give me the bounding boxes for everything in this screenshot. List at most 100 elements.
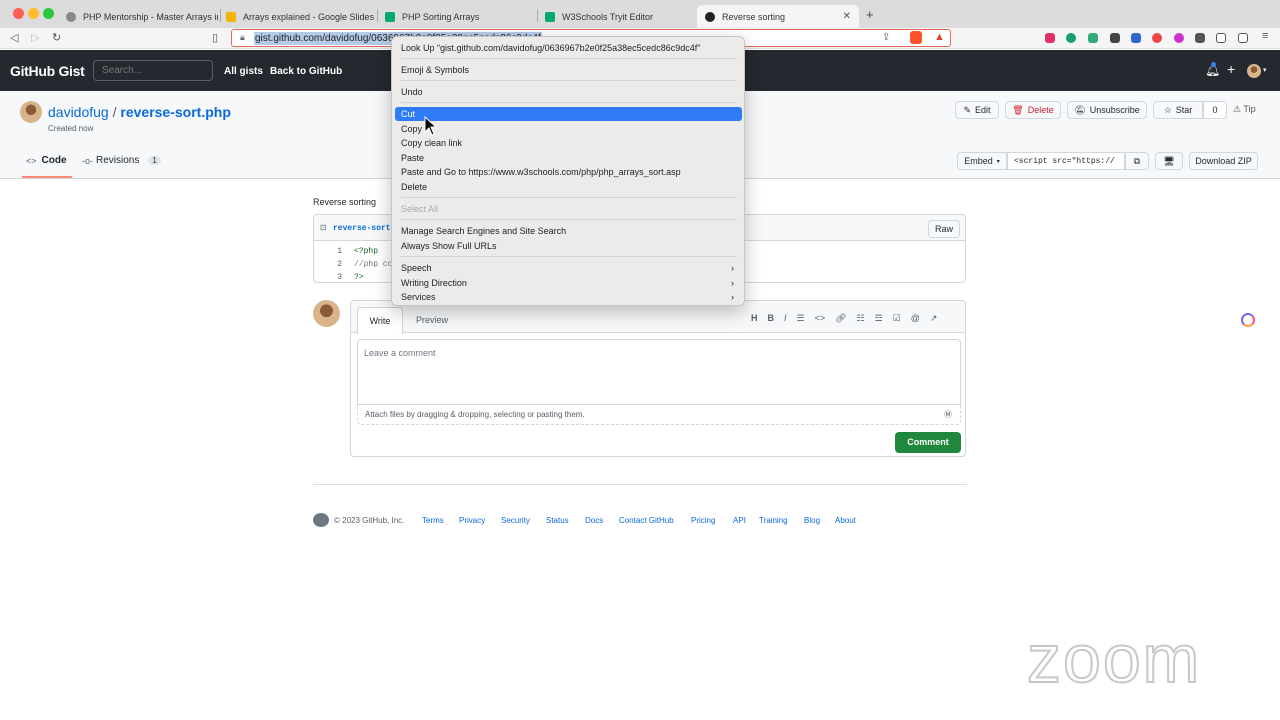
footer-link-security[interactable]: Security — [501, 516, 530, 525]
create-new-icon[interactable]: + — [1227, 61, 1235, 77]
close-tab-icon[interactable]: ✕ — [843, 11, 851, 22]
forward-icon[interactable]: ▷ — [31, 31, 39, 44]
menu-item-paste-and-go[interactable]: Paste and Go to https://www.w3schools.co… — [395, 165, 742, 179]
brave-rewards-icon[interactable]: ▲ — [934, 31, 945, 43]
footer-link-about[interactable]: About — [835, 516, 856, 525]
lock-icon: 🔒︎ — [240, 32, 245, 42]
browser-tab[interactable]: W3Schools Tryit Editor — [537, 5, 697, 28]
comment-textarea[interactable]: Leave a comment — [357, 339, 961, 405]
chevron-down-icon[interactable]: ▾ — [1263, 66, 1267, 74]
download-zip-button[interactable]: Download ZIP — [1189, 152, 1258, 170]
footer-link-status[interactable]: Status — [546, 516, 569, 525]
edit-button[interactable]: ✎ Edit — [955, 101, 999, 119]
wallet-icon[interactable] — [1238, 33, 1248, 43]
grammarly-icon[interactable] — [1066, 33, 1076, 43]
search-input[interactable] — [93, 60, 213, 81]
footer-link-api[interactable]: API — [733, 516, 746, 525]
menu-item-copy-clean-link[interactable]: Copy clean link — [395, 136, 742, 150]
sidebar-icon[interactable] — [1216, 33, 1226, 43]
bulleted-list-icon[interactable]: ☷ — [857, 313, 865, 324]
reload-icon[interactable]: ↻ — [52, 31, 61, 44]
menu-item-show-full-urls[interactable]: Always Show Full URLs — [395, 239, 742, 253]
markdown-icon: Ⓜ — [944, 410, 952, 419]
browser-tab[interactable]: Arrays explained - Google Slides — [218, 5, 378, 28]
maximize-window-button[interactable] — [43, 8, 54, 19]
extension-icon[interactable] — [1045, 33, 1055, 43]
bookmark-icon[interactable]: ▯ — [212, 31, 218, 44]
bold-icon[interactable]: B — [768, 313, 775, 324]
menu-item-copy[interactable]: Copy — [395, 122, 742, 136]
all-gists-link[interactable]: All gists — [224, 66, 263, 77]
menu-item-cut[interactable]: Cut — [395, 107, 742, 121]
menu-item-delete[interactable]: Delete — [395, 180, 742, 194]
new-tab-button[interactable]: + — [866, 7, 874, 22]
tab-write[interactable]: Write — [357, 307, 403, 334]
mention-icon[interactable]: @ — [911, 313, 920, 324]
embed-url-input[interactable]: <script src="https:// — [1007, 152, 1125, 170]
reference-icon[interactable]: ↗ — [930, 313, 938, 324]
owner-link[interactable]: davidofug — [48, 104, 109, 120]
browser-menu-icon[interactable]: ≡ — [1262, 30, 1268, 42]
italic-icon[interactable]: I — [784, 313, 787, 324]
attach-files-area[interactable]: Attach files by dragging & dropping, sel… — [357, 405, 961, 425]
footer-link-training[interactable]: Training — [759, 516, 788, 525]
menu-item-look-up[interactable]: Look Up “gist.github.com/davidofug/06369… — [395, 41, 742, 55]
menu-item-manage-search-engines[interactable]: Manage Search Engines and Site Search — [395, 224, 742, 238]
extensions-puzzle-icon[interactable] — [1195, 33, 1205, 43]
tab-revisions[interactable]: -o- Revisions 1 — [82, 155, 161, 166]
extension-icon[interactable] — [1110, 33, 1120, 43]
browser-tab[interactable]: PHP Sorting Arrays — [377, 5, 537, 28]
unsubscribe-button[interactable]: 🔕︎ Unsubscribe — [1067, 101, 1147, 119]
numbered-list-icon[interactable]: ☲ — [875, 313, 883, 324]
github-mark-icon[interactable] — [313, 513, 329, 527]
extension-icon[interactable] — [1174, 33, 1184, 43]
menu-item-writing-direction[interactable]: Writing Direction › — [395, 276, 742, 290]
close-window-button[interactable] — [13, 8, 24, 19]
menu-item-speech[interactable]: Speech › — [395, 261, 742, 275]
github-gist-logo[interactable]: GitHub Gist — [10, 63, 85, 79]
menu-item-writing-label: Writing Direction — [401, 278, 467, 288]
tip-link[interactable]: ⚠ Tip — [1233, 104, 1256, 115]
code-lines: <?php //php co ?> — [354, 245, 392, 284]
minimize-window-button[interactable] — [28, 8, 39, 19]
gist-description: Reverse sorting — [313, 197, 377, 207]
brave-shield-icon[interactable] — [910, 31, 922, 44]
tab-preview[interactable]: Preview — [416, 315, 448, 325]
comment-button[interactable]: Comment — [895, 432, 961, 453]
menu-item-undo[interactable]: Undo — [395, 85, 742, 99]
back-icon[interactable]: ◁ — [10, 31, 18, 44]
owner-avatar[interactable] — [20, 101, 42, 123]
browser-tab[interactable]: PHP Mentorship - Master Arrays in — [58, 5, 218, 28]
extension-icon[interactable] — [1088, 33, 1098, 43]
clickup-icon[interactable] — [1241, 313, 1255, 327]
back-to-github-link[interactable]: Back to GitHub — [270, 66, 342, 77]
gist-name-link[interactable]: reverse-sort.php — [120, 104, 230, 120]
delete-button[interactable]: 🗑︎ Delete — [1005, 101, 1061, 119]
menu-item-emoji[interactable]: Emoji & Symbols — [395, 63, 742, 77]
footer-link-pricing[interactable]: Pricing — [691, 516, 715, 525]
user-avatar[interactable] — [1247, 64, 1261, 78]
code-icon[interactable]: <> — [815, 313, 826, 324]
embed-dropdown[interactable]: Embed ▾ — [957, 152, 1007, 170]
desktop-download-icon[interactable]: 🖥︎ — [1155, 152, 1183, 170]
heading-icon[interactable]: H — [751, 313, 758, 324]
file-name-link[interactable]: reverse-sort — [333, 224, 391, 233]
extension-icon[interactable] — [1152, 33, 1162, 43]
share-icon[interactable]: ⇪ — [882, 32, 890, 43]
footer-link-docs[interactable]: Docs — [585, 516, 603, 525]
menu-item-paste[interactable]: Paste — [395, 151, 742, 165]
browser-tab-active[interactable]: Reverse sorting ✕ — [697, 5, 859, 28]
task-list-icon[interactable]: ☑ — [893, 313, 901, 324]
menu-item-services[interactable]: Services › — [395, 290, 742, 304]
footer-link-blog[interactable]: Blog — [804, 516, 820, 525]
footer-link-privacy[interactable]: Privacy — [459, 516, 485, 525]
tab-code[interactable]: <> Code — [26, 155, 67, 166]
link-icon[interactable]: 🔗︎ — [835, 313, 846, 324]
footer-link-terms[interactable]: Terms — [422, 516, 444, 525]
footer-link-contact[interactable]: Contact GitHub — [619, 516, 674, 525]
extension-icon[interactable] — [1131, 33, 1141, 43]
star-button[interactable]: ☆ Star — [1153, 101, 1203, 119]
quote-icon[interactable]: ☰ — [797, 313, 805, 324]
copy-icon[interactable]: ⧉ — [1125, 152, 1149, 170]
raw-button[interactable]: Raw — [928, 220, 960, 238]
